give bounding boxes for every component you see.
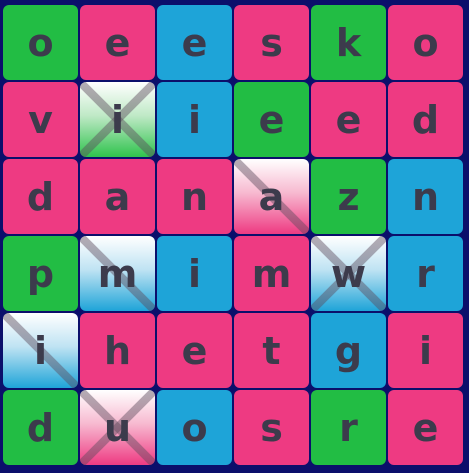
tile-letter: a — [258, 174, 285, 219]
letter-tile[interactable]: e — [234, 82, 309, 157]
letter-tile[interactable]: o — [157, 390, 232, 465]
letter-tile[interactable]: a — [234, 159, 309, 234]
tile-letter: t — [262, 328, 281, 373]
letter-tile[interactable]: d — [3, 159, 78, 234]
letter-tile[interactable]: g — [311, 313, 386, 388]
letter-tile[interactable]: m — [234, 236, 309, 311]
letter-tile[interactable]: d — [3, 390, 78, 465]
letter-tile[interactable]: e — [311, 82, 386, 157]
letter-tile[interactable]: n — [388, 159, 463, 234]
letter-tile[interactable]: n — [157, 159, 232, 234]
letter-tile[interactable]: s — [234, 390, 309, 465]
tile-letter: v — [28, 97, 53, 142]
letter-tile[interactable]: o — [388, 5, 463, 80]
letter-tile[interactable]: i — [388, 313, 463, 388]
tile-letter: e — [335, 97, 362, 142]
tile-letter: i — [187, 97, 202, 142]
tile-letter: n — [180, 174, 209, 219]
tile-letter: i — [418, 328, 433, 373]
tile-letter: s — [260, 20, 283, 65]
tile-letter: i — [110, 97, 125, 142]
letter-tile[interactable]: i — [80, 82, 155, 157]
tile-letter: r — [339, 405, 358, 450]
letter-tile[interactable]: i — [157, 82, 232, 157]
tile-letter: e — [181, 20, 208, 65]
letter-tile[interactable]: r — [311, 390, 386, 465]
letter-grid: oeeskoviieeddanaznpmimwrihetgiduosre — [3, 5, 463, 465]
letter-tile[interactable]: k — [311, 5, 386, 80]
tile-letter: e — [181, 328, 208, 373]
tile-letter: w — [330, 251, 367, 296]
letter-tile[interactable]: a — [80, 159, 155, 234]
letter-tile[interactable]: o — [3, 5, 78, 80]
tile-letter: d — [26, 174, 55, 219]
letter-tile[interactable]: s — [234, 5, 309, 80]
tile-letter: k — [335, 20, 362, 65]
letter-tile[interactable]: h — [80, 313, 155, 388]
letter-tile[interactable]: t — [234, 313, 309, 388]
letter-tile[interactable]: p — [3, 236, 78, 311]
tile-letter: d — [411, 97, 440, 142]
tile-letter: z — [337, 174, 360, 219]
letter-tile[interactable]: v — [3, 82, 78, 157]
tile-letter: e — [412, 405, 439, 450]
tile-letter: o — [27, 20, 54, 65]
letter-tile[interactable]: d — [388, 82, 463, 157]
letter-tile[interactable]: z — [311, 159, 386, 234]
letter-tile[interactable]: w — [311, 236, 386, 311]
tile-letter: e — [258, 97, 285, 142]
letter-tile[interactable]: e — [157, 313, 232, 388]
letter-tile[interactable]: e — [388, 390, 463, 465]
tile-letter: h — [103, 328, 132, 373]
letter-tile[interactable]: r — [388, 236, 463, 311]
letter-tile[interactable]: e — [80, 5, 155, 80]
tile-letter: d — [26, 405, 55, 450]
letter-tile[interactable]: m — [80, 236, 155, 311]
tile-letter: m — [251, 251, 292, 296]
tile-letter: u — [103, 405, 132, 450]
tile-letter: i — [187, 251, 202, 296]
tile-letter: s — [260, 405, 283, 450]
tile-letter: o — [412, 20, 439, 65]
tile-letter: n — [411, 174, 440, 219]
tile-letter: o — [181, 405, 208, 450]
tile-letter: i — [33, 328, 48, 373]
tile-letter: e — [104, 20, 131, 65]
tile-letter: a — [104, 174, 131, 219]
tile-letter: m — [97, 251, 138, 296]
tile-letter: p — [26, 251, 55, 296]
tile-letter: r — [416, 251, 435, 296]
letter-tile[interactable]: u — [80, 390, 155, 465]
letter-tile[interactable]: i — [157, 236, 232, 311]
letter-tile[interactable]: e — [157, 5, 232, 80]
letter-tile[interactable]: i — [3, 313, 78, 388]
tile-letter: g — [334, 328, 363, 373]
